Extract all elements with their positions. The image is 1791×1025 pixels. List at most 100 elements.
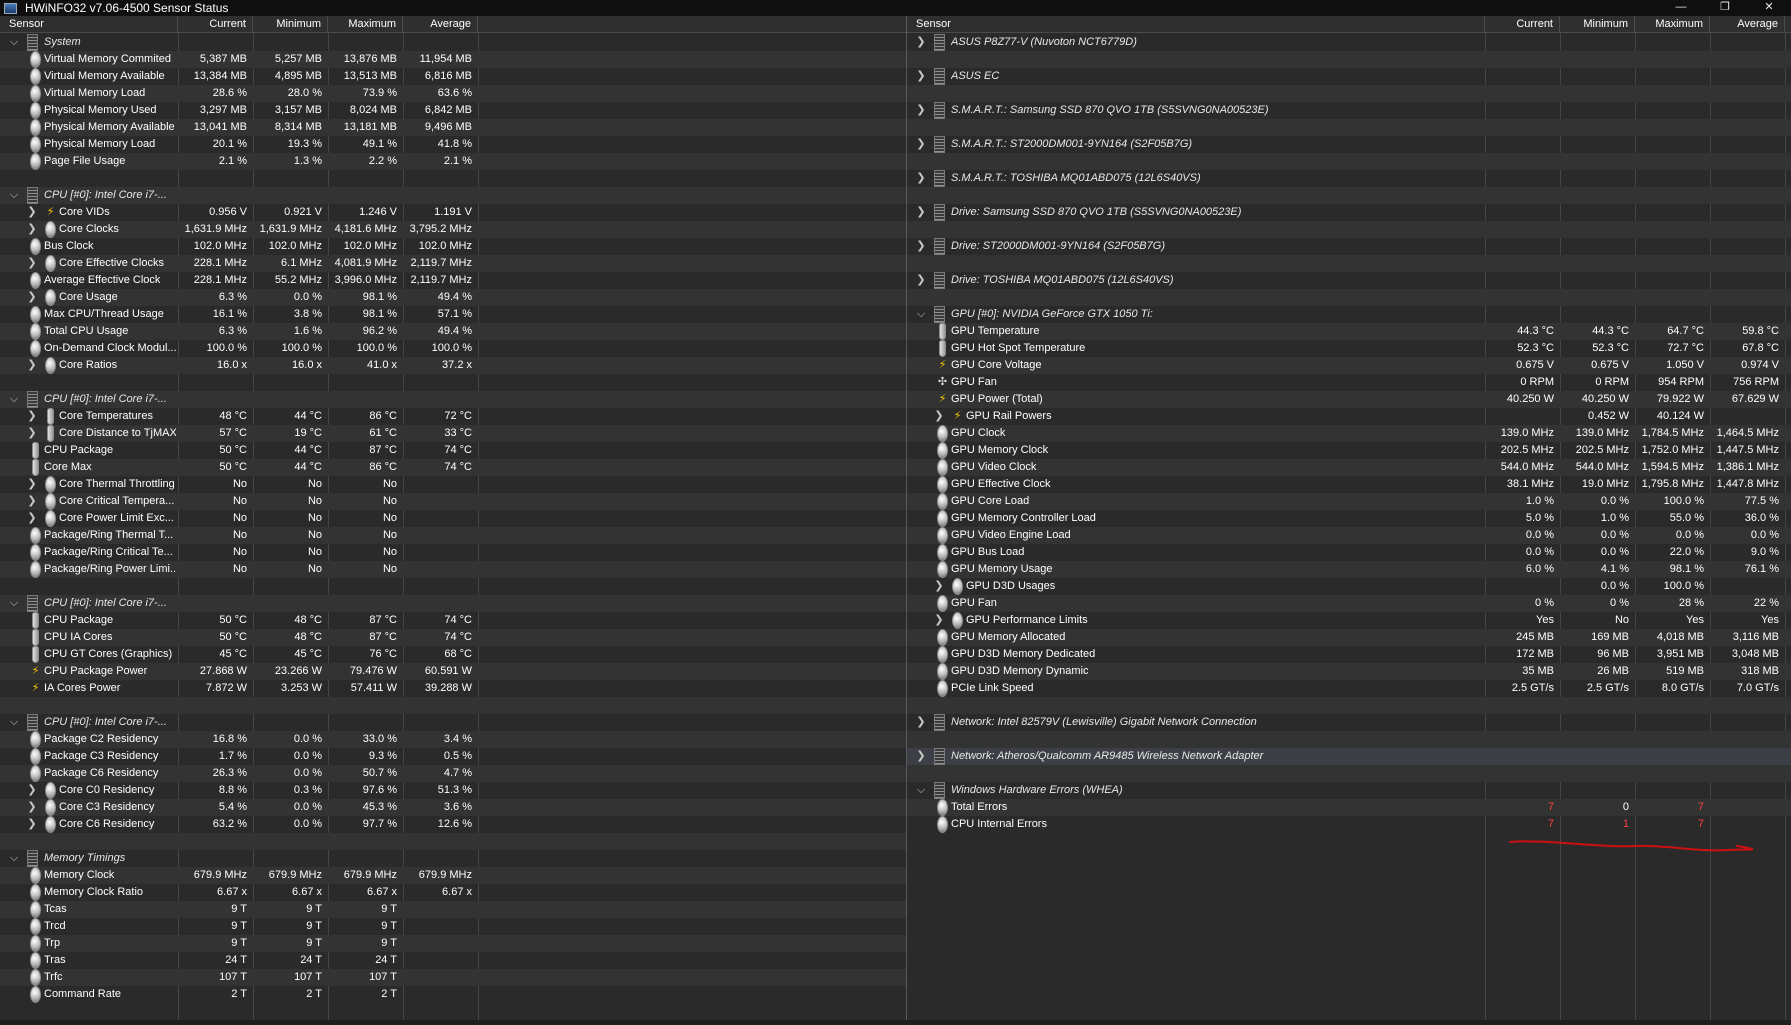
expand-chevron-icon[interactable]: ❯ — [27, 289, 37, 306]
sensor-group-label: CPU [#0]: Intel Core i7-... — [44, 187, 174, 204]
sensor-group-memory-timings[interactable]: ⌵ Memory Timings — [0, 850, 906, 867]
sensor-row-command-rate[interactable]: Command Rate 2 T 2 T 2 T — [0, 986, 906, 1003]
sensor-row-physical-memory-load[interactable]: Physical Memory Load 20.1 % 19.3 % 49.1 % 41… — [0, 136, 906, 153]
average-value: 49.4 % — [437, 325, 472, 337]
sensor-dot-icon — [30, 323, 41, 340]
expand-chevron-icon[interactable]: ❯ — [27, 510, 37, 527]
sensor-row-core-critical-tempera[interactable]: ❯ Core Critical Tempera... No No No — [0, 493, 906, 510]
current-value: 50 °C — [219, 461, 247, 473]
sensor-row-ia-cores-power[interactable]: ⚡ IA Cores Power 7.872 W 3.253 W 57.411 W 39.… — [0, 680, 906, 697]
maximum-value: 87 °C — [369, 444, 397, 456]
expand-chevron-icon[interactable]: ❯ — [27, 204, 37, 221]
sensor-row-core-clocks[interactable]: ❯ Core Clocks 1,631.9 MHz 1,631.9 MHz 4,181.… — [0, 221, 906, 238]
expand-chevron-icon[interactable]: ❯ — [27, 425, 37, 442]
sensor-row-core-c3-residency[interactable]: ❯ Core C3 Residency 5.4 % 0.0 % 45.3 % 3.6 % — [0, 799, 906, 816]
sensor-row-package-c2-residency[interactable]: Package C2 Residency 16.8 % 0.0 % 33.0 % 3.4… — [0, 731, 906, 748]
sensor-row-page-file-usage[interactable]: Page File Usage 2.1 % 1.3 % 2.2 % 2.1 % — [0, 153, 906, 170]
sensor-row-on-demand-clock-modul[interactable]: On-Demand Clock Modul... 100.0 % 100.0 % 10… — [0, 340, 906, 357]
right-sensor-panel[interactable]: Sensor Current Minimum Maximum Average ❯… — [906, 16, 1791, 1020]
sensor-row-total-cpu-usage[interactable]: Total CPU Usage 6.3 % 1.6 % 96.2 % 49.4 % — [0, 323, 906, 340]
collapse-chevron-icon[interactable]: ⌵ — [9, 595, 19, 612]
average-value — [403, 561, 478, 578]
sensor-row-memory-clock-ratio[interactable]: Memory Clock Ratio 6.67 x 6.67 x 6.67 x 6.67… — [0, 884, 906, 901]
sensor-row-package-c6-residency[interactable]: Package C6 Residency 26.3 % 0.0 % 50.7 % 4.7… — [0, 765, 906, 782]
sensor-row-physical-memory-available[interactable]: Physical Memory Available 13,041 MB 8,314 … — [0, 119, 906, 136]
col-header-sensor[interactable]: Sensor — [0, 16, 178, 33]
expand-chevron-icon[interactable]: ❯ — [27, 816, 37, 833]
sensor-row-core-ratios[interactable]: ❯ Core Ratios 16.0 x 16.0 x 41.0 x 37.2 x — [0, 357, 906, 374]
sensor-row-bus-clock[interactable]: Bus Clock 102.0 MHz 102.0 MHz 102.0 MHz 102.… — [0, 238, 906, 255]
collapse-chevron-icon[interactable]: ⌵ — [9, 34, 19, 51]
sensor-row-core-temperatures[interactable]: ❯ Core Temperatures 48 °C 44 °C 86 °C 72 °C — [0, 408, 906, 425]
maximum-value: 679.9 MHz — [343, 869, 397, 881]
sensor-row-package-ring-thermal-t[interactable]: Package/Ring Thermal T... No No No — [0, 527, 906, 544]
left-sensor-panel[interactable]: Sensor Current Minimum Maximum Average ⌵… — [0, 16, 906, 1020]
expand-chevron-icon[interactable]: ❯ — [27, 493, 37, 510]
sensor-row-cpu-ia-cores[interactable]: CPU IA Cores 50 °C 48 °C 87 °C 74 °C — [0, 629, 906, 646]
minimum-value: 9 T — [306, 920, 322, 932]
sensor-dot-icon — [30, 85, 41, 102]
sensor-row-trcd[interactable]: Trcd 9 T 9 T 9 T — [0, 918, 906, 935]
sensor-group-cpu-0-intel-core-i7[interactable]: ⌵ CPU [#0]: Intel Core i7-... — [0, 187, 906, 204]
sensor-row-virtual-memory-load[interactable]: Virtual Memory Load 28.6 % 28.0 % 73.9 % 63.… — [0, 85, 906, 102]
sensor-group-cpu-0-intel-core-i7[interactable]: ⌵ CPU [#0]: Intel Core i7-... — [0, 391, 906, 408]
sensor-row-average-effective-clock[interactable]: Average Effective Clock 228.1 MHz 55.2 MHz… — [0, 272, 906, 289]
sensor-row-core-max[interactable]: Core Max 50 °C 44 °C 86 °C 74 °C — [0, 459, 906, 476]
sensor-row-core-c0-residency[interactable]: ❯ Core C0 Residency 8.8 % 0.3 % 97.6 % 51.3 % — [0, 782, 906, 799]
sensor-row-virtual-memory-commited[interactable]: Virtual Memory Commited 5,387 MB 5,257 MB 1… — [0, 51, 906, 68]
minimize-button[interactable]: — — [1659, 0, 1703, 16]
sensor-row-max-cpu-thread-usage[interactable]: Max CPU/Thread Usage 16.1 % 3.8 % 98.1 % 57.… — [0, 306, 906, 323]
expand-chevron-icon[interactable]: ❯ — [27, 255, 37, 272]
sensor-row-cpu-package[interactable]: CPU Package 50 °C 48 °C 87 °C 74 °C — [0, 612, 906, 629]
col-header-maximum[interactable]: Maximum — [328, 16, 403, 33]
sensor-row-core-usage[interactable]: ❯ Core Usage 6.3 % 0.0 % 98.1 % 49.4 % — [0, 289, 906, 306]
collapse-chevron-icon[interactable]: ⌵ — [9, 391, 19, 408]
sensor-row-core-power-limit-exc[interactable]: ❯ Core Power Limit Exc... No No No — [0, 510, 906, 527]
sensor-group-system[interactable]: ⌵ System — [0, 34, 906, 51]
expand-chevron-icon[interactable]: ❯ — [27, 221, 37, 238]
sensor-row-package-c3-residency[interactable]: Package C3 Residency 1.7 % 0.0 % 9.3 % 0.5 % — [0, 748, 906, 765]
sensor-chip-icon — [27, 187, 38, 204]
expand-chevron-icon[interactable]: ❯ — [27, 799, 37, 816]
sensor-dot-icon — [30, 561, 41, 578]
sensor-row-cpu-package[interactable]: CPU Package 50 °C 44 °C 87 °C 74 °C — [0, 442, 906, 459]
maximum-value: 96.2 % — [362, 325, 397, 337]
sensor-row-memory-clock[interactable]: Memory Clock 679.9 MHz 679.9 MHz 679.9 MHz 6… — [0, 867, 906, 884]
sensor-row-tras[interactable]: Tras 24 T 24 T 24 T — [0, 952, 906, 969]
collapse-chevron-icon[interactable]: ⌵ — [9, 714, 19, 731]
close-button[interactable]: ✕ — [1747, 0, 1791, 16]
sensor-row-trfc[interactable]: Trfc 107 T 107 T 107 T — [0, 969, 906, 986]
sensor-row-package-ring-power-limi[interactable]: Package/Ring Power Limi... No No No — [0, 561, 906, 578]
sensor-row-physical-memory-used[interactable]: Physical Memory Used 3,297 MB 3,157 MB 8,02… — [0, 102, 906, 119]
sensor-row-trp[interactable]: Trp 9 T 9 T 9 T — [0, 935, 906, 952]
sensor-row-virtual-memory-available[interactable]: Virtual Memory Available 13,384 MB 4,895 M… — [0, 68, 906, 85]
sensor-row-cpu-package-power[interactable]: ⚡ CPU Package Power 27.868 W 23.266 W 79.476… — [0, 663, 906, 680]
collapse-chevron-icon[interactable]: ⌵ — [9, 850, 19, 867]
sensor-row-core-effective-clocks[interactable]: ❯ Core Effective Clocks 228.1 MHz 6.1 MHz 4,… — [0, 255, 906, 272]
minimum-value: 0.0 % — [293, 818, 322, 830]
col-header-average[interactable]: Average — [403, 16, 478, 33]
expand-chevron-icon[interactable]: ❯ — [27, 782, 37, 799]
sensor-row-core-distance-to-tjmax[interactable]: ❯ Core Distance to TjMAX 57 °C 19 °C 61 °C 33… — [0, 425, 906, 442]
average-value: 37.2 x — [442, 359, 472, 371]
sensor-group-cpu-0-intel-core-i7[interactable]: ⌵ CPU [#0]: Intel Core i7-... — [0, 714, 906, 731]
sensor-row-core-thermal-throttling[interactable]: ❯ Core Thermal Throttling No No No — [0, 476, 906, 493]
expand-chevron-icon[interactable]: ❯ — [27, 408, 37, 425]
sensor-dot-icon — [30, 306, 41, 323]
sensor-row-tcas[interactable]: Tcas 9 T 9 T 9 T — [0, 901, 906, 918]
sensor-label: CPU IA Cores — [44, 631, 113, 643]
sensor-row-core-vids[interactable]: ❯ ⚡ Core VIDs 0.956 V 0.921 V 1.246 V 1.191 V — [0, 204, 906, 221]
col-header-current[interactable]: Current — [178, 16, 253, 33]
restore-button[interactable]: ❐ — [1703, 0, 1747, 16]
sensor-row-core-c6-residency[interactable]: ❯ Core C6 Residency 63.2 % 0.0 % 97.7 % 12.6 … — [0, 816, 906, 833]
sensor-group-cpu-0-intel-core-i7[interactable]: ⌵ CPU [#0]: Intel Core i7-... — [0, 595, 906, 612]
collapse-chevron-icon[interactable]: ⌵ — [9, 187, 19, 204]
sensor-dot-icon — [45, 510, 56, 527]
expand-chevron-icon[interactable]: ❯ — [27, 476, 37, 493]
sensor-label: Trfc — [44, 971, 63, 983]
current-value: 6.67 x — [217, 886, 247, 898]
col-header-minimum[interactable]: Minimum — [253, 16, 328, 33]
sensor-row-cpu-gt-cores-graphics[interactable]: CPU GT Cores (Graphics) 45 °C 45 °C 76 °C 68… — [0, 646, 906, 663]
expand-chevron-icon[interactable]: ❯ — [27, 357, 37, 374]
sensor-row-package-ring-critical-te[interactable]: Package/Ring Critical Te... No No No — [0, 544, 906, 561]
